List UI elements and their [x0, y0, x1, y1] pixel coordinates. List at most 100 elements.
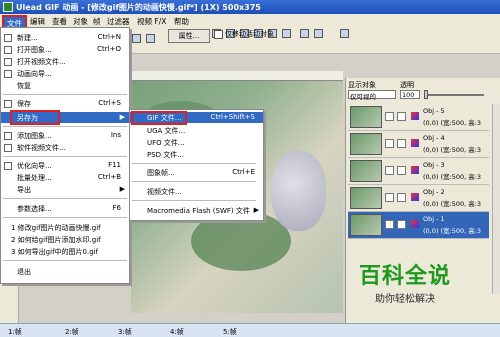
new-file-icon	[4, 34, 12, 42]
menu-item-add-video[interactable]: 软件视频文件...	[1, 142, 129, 153]
video-icon	[4, 58, 12, 66]
watermark-title: 百科全说	[358, 264, 451, 289]
menu-item-shortcut: F11	[108, 161, 121, 169]
add-video-icon	[4, 144, 12, 152]
object-row[interactable]: Obj - 3 (0,0) (宽:500, 高:3	[348, 158, 489, 185]
menu-item-new[interactable]: 新建... Ctrl+N	[1, 32, 129, 43]
opacity-slider-track[interactable]	[424, 94, 484, 96]
menu-separator	[3, 217, 127, 218]
menu-item-open-image[interactable]: 打开图象... Ctrl+O	[1, 44, 129, 55]
menu-item-recent-1[interactable]: 1 修改gif图片的动画快慢.gif	[1, 222, 129, 233]
show-objects-select[interactable]: 仅可视的	[348, 90, 396, 101]
menu-frame[interactable]: 帧	[93, 16, 101, 27]
lock-icon[interactable]	[397, 112, 406, 121]
menu-item-label: UFO 文件...	[147, 139, 185, 147]
menu-item-label: 打开视频文件...	[17, 58, 66, 66]
wizard-icon	[4, 70, 12, 78]
object-type-icon	[411, 193, 419, 201]
object-row-selected[interactable]: Obj - 1 (0,0) (宽:500, 高:3	[348, 212, 489, 239]
menu-item-label: 新建...	[17, 34, 38, 42]
menu-item-flash-file[interactable]: Macromedia Flash (SWF) 文件 ▶	[130, 205, 263, 216]
menu-item-recent-3[interactable]: 3 如何导出gif中的图片0.gif	[1, 246, 129, 257]
object-info: (0,0) (宽:500, 高:3	[423, 227, 482, 235]
menu-item-preferences[interactable]: 参数选择... F6	[1, 203, 129, 214]
watermark: 百科全说 助你轻松解决	[350, 258, 460, 308]
move-active-only-checkbox[interactable]	[214, 29, 223, 39]
menu-view[interactable]: 查看	[52, 16, 67, 27]
menu-item-shortcut: Ctrl+E	[232, 168, 255, 176]
menu-item-shortcut: Ctrl+Shift+S	[210, 113, 255, 121]
lock-icon[interactable]	[397, 139, 406, 148]
menu-item-psd-file[interactable]: PSD 文件...	[130, 149, 263, 160]
object-row[interactable]: Obj - 5 (0,0) (宽:500, 高:3	[348, 104, 489, 131]
menu-filter[interactable]: 过滤器	[107, 16, 130, 27]
menu-item-animation-wizard[interactable]: 动画向导...	[1, 68, 129, 79]
eye-icon[interactable]	[385, 166, 394, 175]
eye-icon[interactable]	[385, 193, 394, 202]
object-thumbnail	[350, 106, 382, 128]
menu-bar: 文件 编辑 查看 对象 帧 过滤器 视频 F/X 帮助	[0, 14, 500, 32]
open-folder-icon	[4, 46, 12, 54]
object-list-scrollbar[interactable]	[492, 104, 500, 294]
lock-icon[interactable]	[397, 166, 406, 175]
help-icon[interactable]	[340, 29, 349, 38]
menu-item-open-video[interactable]: 打开视频文件...	[1, 56, 129, 67]
menu-separator	[3, 260, 127, 261]
menu-separator	[132, 181, 256, 182]
menu-help[interactable]: 帮助	[174, 16, 189, 27]
lock-icon[interactable]	[397, 193, 406, 202]
menu-item-label: PSD 文件...	[147, 151, 184, 159]
menu-item-label: 3 如何导出gif中的图片0.gif	[11, 248, 99, 256]
watermark-subtitle: 助你轻松解决	[375, 294, 435, 305]
eye-icon[interactable]	[385, 112, 394, 121]
save-as-submenu: GIF 文件... Ctrl+Shift+S UGA 文件... UFO 文件.…	[129, 109, 264, 221]
menu-item-label: 参数选择...	[17, 205, 52, 213]
menu-item-save[interactable]: 保存 Ctrl+S	[1, 98, 129, 109]
object-type-icon	[411, 139, 419, 147]
menu-separator	[3, 156, 127, 157]
eye-icon[interactable]	[385, 220, 394, 229]
menu-item-uga-file[interactable]: UGA 文件...	[130, 125, 263, 136]
menu-item-shortcut: F6	[112, 204, 121, 212]
menu-item-exit[interactable]: 退出	[1, 266, 129, 277]
menu-item-video-file[interactable]: 视频文件...	[130, 186, 263, 197]
opacity-slider-thumb[interactable]	[424, 90, 428, 99]
redo-icon[interactable]	[146, 34, 155, 43]
ruler	[131, 71, 343, 81]
menu-item-recent-2[interactable]: 2 如何给gif图片添加水印.gif	[1, 234, 129, 245]
app-icon	[3, 2, 13, 12]
object-row[interactable]: Obj - 4 (0,0) (宽:500, 高:3	[348, 131, 489, 158]
opacity-input[interactable]: 100	[400, 90, 420, 99]
menu-separator	[3, 198, 127, 199]
menu-item-ufo-file[interactable]: UFO 文件...	[130, 137, 263, 148]
menu-item-optimize-wizard[interactable]: 优化向导... F11	[1, 160, 129, 171]
properties-button[interactable]: 属性...	[168, 29, 210, 43]
lock-icon[interactable]	[397, 220, 406, 229]
menu-video-fx[interactable]: 视频 F/X	[137, 16, 166, 27]
menu-separator	[3, 126, 127, 127]
submenu-arrow-icon: ▶	[253, 206, 259, 214]
menu-edit[interactable]: 编辑	[30, 16, 45, 27]
eye-icon[interactable]	[385, 139, 394, 148]
menu-separator	[132, 163, 256, 164]
settings-icon[interactable]	[300, 29, 309, 38]
undo-icon[interactable]	[132, 34, 141, 43]
menu-item-label: 优化向导...	[17, 162, 52, 170]
menu-item-image-frames[interactable]: 图象帧... Ctrl+E	[130, 167, 263, 178]
save-icon	[4, 100, 12, 108]
submenu-arrow-icon: ▶	[119, 185, 125, 193]
effect-icon[interactable]	[314, 29, 323, 38]
menu-object[interactable]: 对象	[73, 16, 88, 27]
object-row[interactable]: Obj - 2 (0,0) (宽:500, 高:3	[348, 185, 489, 212]
menu-item-batch[interactable]: 批量处理... Ctrl+B	[1, 172, 129, 183]
move-active-only-option[interactable]: 仅移动活动对象	[214, 29, 274, 39]
object-name: Obj - 2	[423, 188, 445, 196]
menu-item-add-image[interactable]: 添加图象... Ins	[1, 130, 129, 141]
object-thumbnail	[350, 160, 382, 182]
menu-item-export[interactable]: 导出 ▶	[1, 184, 129, 195]
resize-icon[interactable]	[282, 29, 291, 38]
menu-item-label: 软件视频文件...	[17, 144, 66, 152]
file-menu: 新建... Ctrl+N 打开图象... Ctrl+O 打开视频文件... 动画…	[0, 27, 130, 284]
menu-item-revert[interactable]: 恢复	[1, 80, 129, 91]
object-name: Obj - 3	[423, 161, 445, 169]
